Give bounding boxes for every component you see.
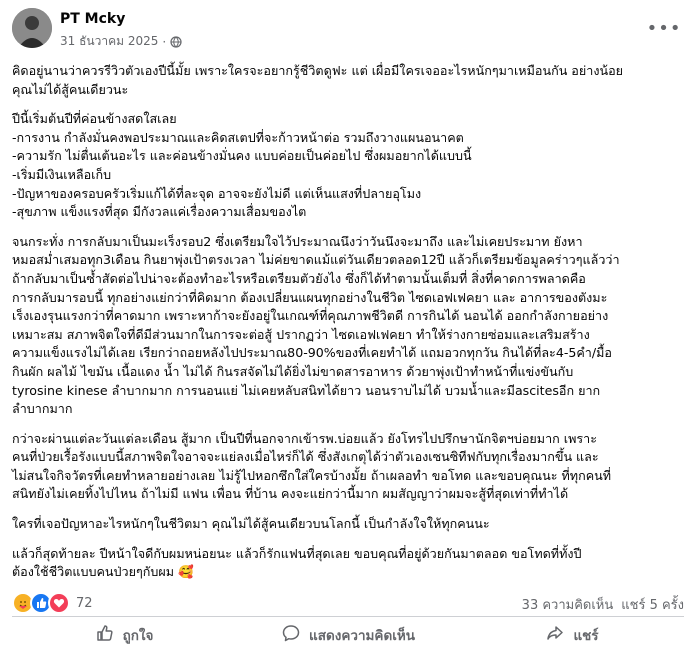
comment-button[interactable]: แสดงความคิดเห็น [236,618,460,652]
post-paragraph: ปีนี้เริ่มต้นปีที่ค่อนข้างสดใสเลย -การงาน… [12,110,686,222]
post-text-line: เหมาะสม สภาพจิตใจที่ดีมีส่วนมากในการจะต่… [12,326,590,342]
post-text-line: ต้องใช้ชีวิตแบบคนป่วยๆกับผม 🥰 [12,564,194,580]
post-body: คิดอยู่นานว่าควรรีวิวตัวเองปีนี้มั้ย เพร… [12,62,686,593]
post-text-line: -การงาน กำลังมั่นคงพอประมาณและคิดสเตปที่… [12,129,464,145]
post-paragraph: คิดอยู่นานว่าควรรีวิวตัวเองปีนี้มั้ย เพร… [12,62,686,99]
divider [12,616,684,617]
post-text-line: ไม่สนใจกิจวัตรที่เคยทำหลายอย่างเลย ไม่รู… [12,467,612,483]
reaction-count[interactable]: 72 [76,596,93,611]
post-text-line: คุณไม่ได้สู้คนเดียวนะ [12,81,129,97]
share-label: แชร์ [573,628,599,644]
more-horizontal-icon: ••• [646,17,682,39]
post-paragraph: ใครที่เจอปัญหาอะไรหนักๆในชีวิตมา คุณไม่ไ… [12,515,686,534]
post-text-line: ถ้ากลับมาเป็นซ้ำสัดต่อไปน่าจะต้องทำอะไรห… [12,270,586,286]
post-date[interactable]: 31 ธันวาคม 2025 [60,32,158,51]
avatar[interactable] [12,8,52,48]
share-button[interactable]: แชร์ [460,618,684,652]
reaction-summary[interactable]: 72 [12,592,93,614]
facebook-post: PT Mcky 31 ธันวาคม 2025 · ••• คิดอยู่นาน… [0,0,696,653]
post-text-line: จนกระทั่ง การกลับมาเป็นมะเร็งรอบ2 ซึ่งเต… [12,233,583,249]
post-text-line: เร็งเองรุนแรงกว่าที่คาดมาก เพราะหาก้าจะย… [12,308,609,324]
post-header: PT Mcky 31 ธันวาคม 2025 · ••• [12,8,684,52]
post-text-line: ความแข็งแรงไม่ได้เลย เรียกว่าถอยหลังไปปร… [12,345,612,361]
like-label: ถูกใจ [122,628,154,644]
post-stats: 72 33 ความคิดเห็น แชร์ 5 ครั้ง [12,592,684,614]
post-text-line: คิดอยู่นานว่าควรรีวิวตัวเองปีนี้มั้ย เพร… [12,63,624,78]
post-text-line: -สุขภาพ แข็งแรงที่สุด มีกังวลแค่เรื่องคว… [12,204,307,220]
post-paragraph: แล้วก็สุดท้ายละ ปีหน้าใจดีกับผมหน่อยนะ แ… [12,545,686,582]
like-icon [95,623,115,647]
post-text-line: แล้วก็สุดท้ายละ ปีหน้าใจดีกับผมหน่อยนะ แ… [12,545,582,561]
comment-count[interactable]: 33 ความคิดเห็น [522,594,614,615]
globe-icon[interactable] [170,35,182,48]
post-text-line: ลำบากมาก [12,401,73,417]
post-meta: 31 ธันวาคม 2025 · [60,32,182,51]
post-text-line: คนที่ป่วยเรื้อรังแบบนี้สภาพจิตใจอาจจะแย่… [12,449,599,465]
post-text-line: tyrosine kinese ลำบากมาก การนอนแย่ ไม่เค… [12,382,601,398]
post-text-line: -ปัญหาของครอบครัวเริ่มแก้ได้ที่ละจุด อาจ… [12,185,422,201]
post-paragraph: กว่าจะผ่านแต่ละวันแต่ละเดือน สู้มาก เป็น… [12,430,686,504]
post-text-line: กว่าจะผ่านแต่ละวันแต่ละเดือน สู้มาก เป็น… [12,430,597,446]
post-text-line: ใครที่เจอปัญหาอะไรหนักๆในชีวิตมา คุณไม่ไ… [12,516,490,532]
post-text-line: การกลับมารอบนี้ ทุกอย่างแย่กว่าที่คิดมาก… [12,289,608,305]
author-name[interactable]: PT Mcky [60,11,125,27]
more-options-button[interactable]: ••• [646,12,682,44]
like-button[interactable]: ถูกใจ [12,618,236,652]
comment-icon [281,623,301,647]
post-text-line: -ความรัก ไม่ตื่นเต้นอะไร และค่อนข้างมั่น… [12,148,472,164]
post-text-line: หมอสม่ำเสมอทุก3เดือน กินยาพุ่งเป้าตรงเวล… [12,252,620,268]
post-text-line: สนิทยังไม่เคยทิ้งไปไหน ถ้าไม่มี แฟน เพื่… [12,486,569,502]
post-paragraph: จนกระทั่ง การกลับมาเป็นมะเร็งรอบ2 ซึ่งเต… [12,233,686,419]
share-count[interactable]: แชร์ 5 ครั้ง [621,594,684,615]
comment-label: แสดงความคิดเห็น [309,628,415,644]
post-text-line: ปีนี้เริ่มต้นปีที่ค่อนข้างสดใสเลย [12,111,177,127]
post-actions: ถูกใจ แสดงความคิดเห็น แชร์ [12,618,684,652]
post-text-line: -เริ่มมีเงินเหลือเก็บ [12,166,112,182]
share-icon [545,623,565,647]
post-text-line: กินผัก ผลไม้ ไขมัน เนื้อแดง น้ำ ไม่ได้ ก… [12,363,574,379]
engagement-counts: 33 ความคิดเห็น แชร์ 5 ครั้ง [522,594,684,615]
love-reaction-icon [48,592,70,614]
